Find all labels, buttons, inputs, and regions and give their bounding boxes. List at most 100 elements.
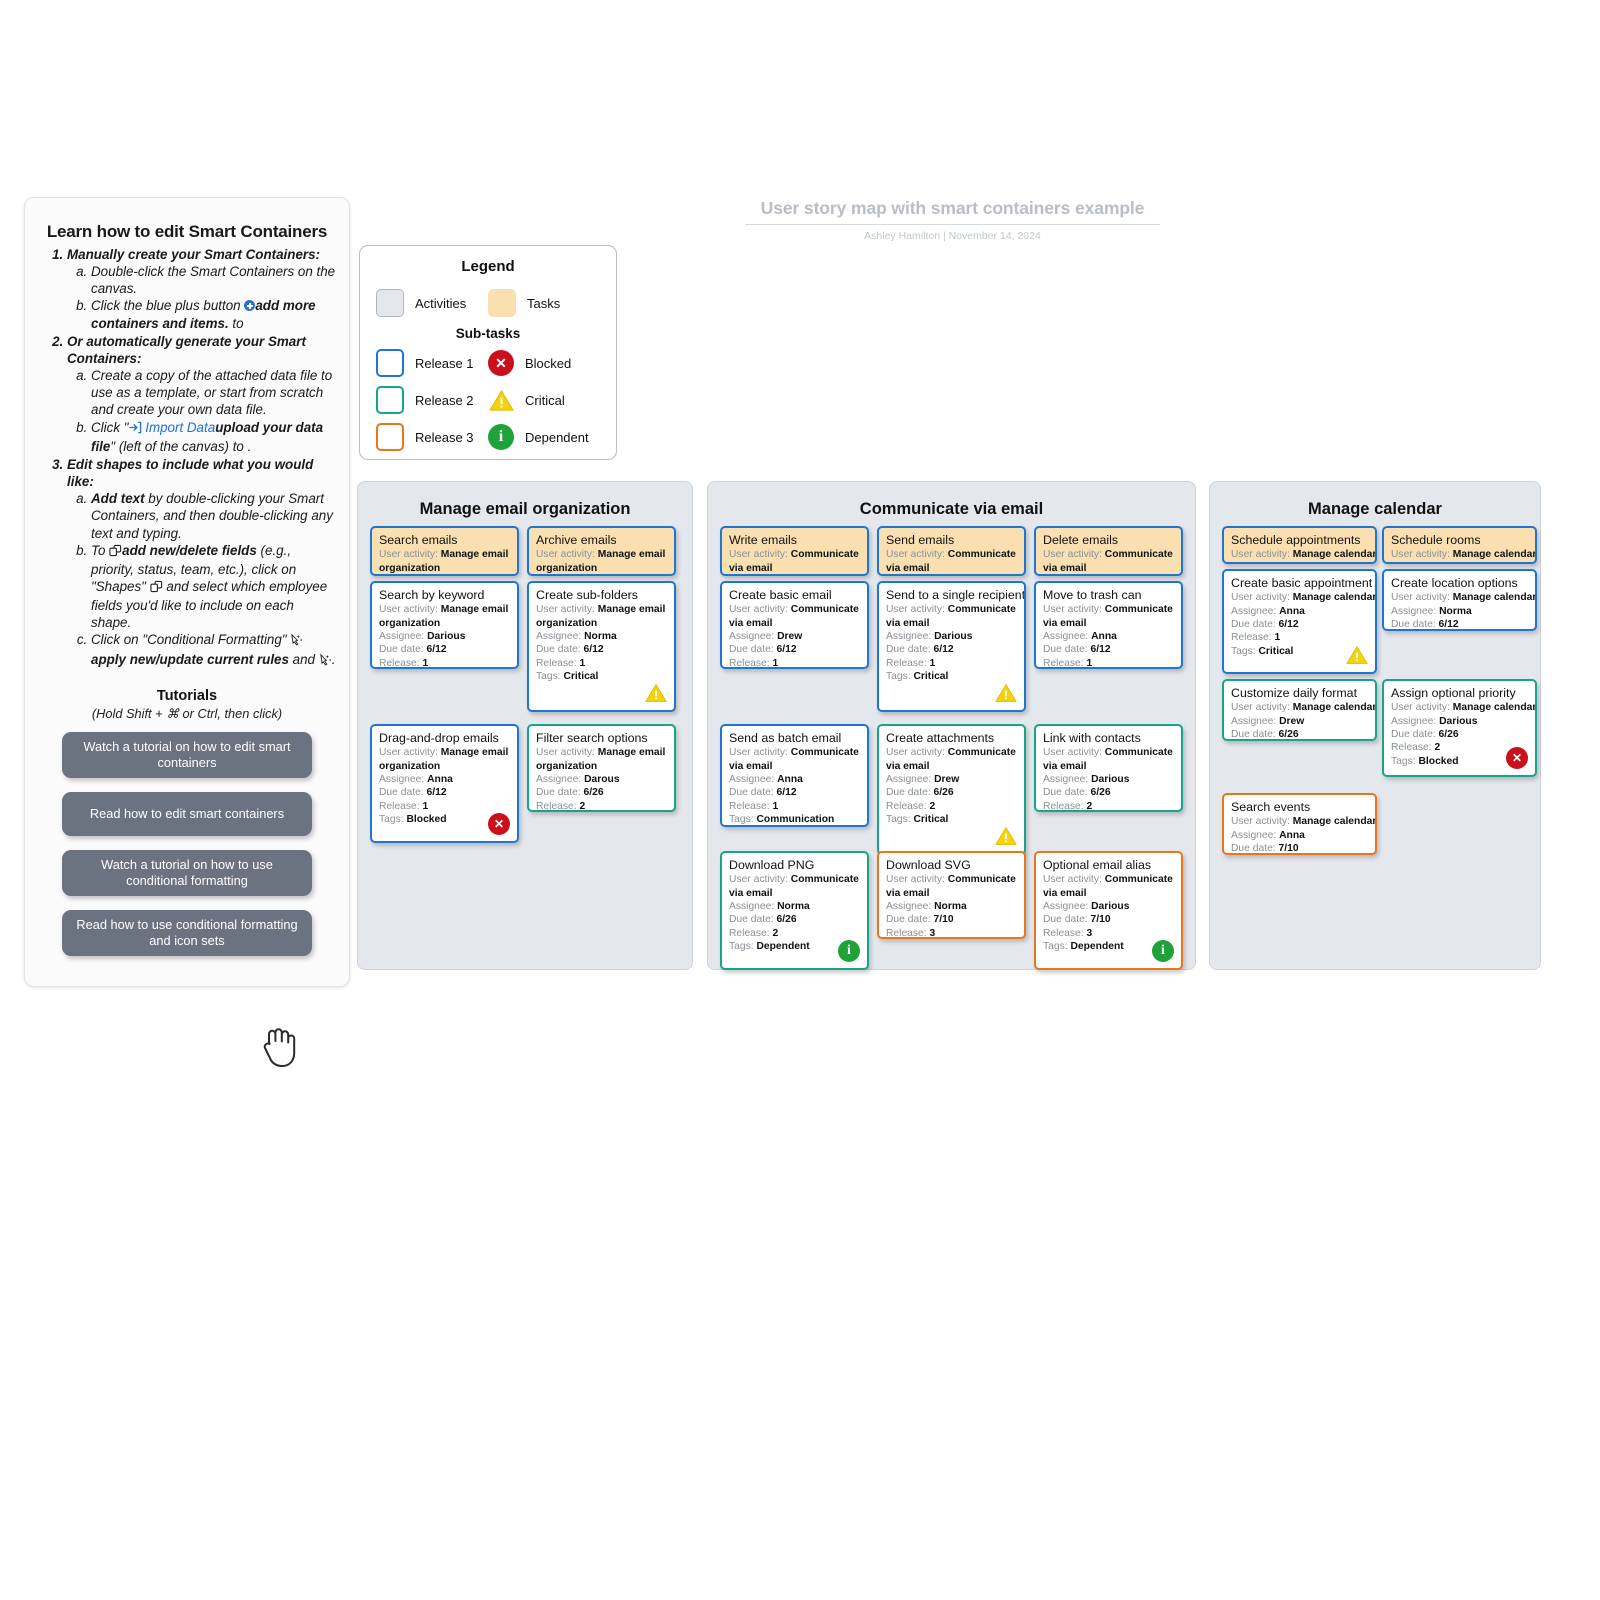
card-release: Release: 1 [729,800,860,813]
card-user-activity: User activity: Manage calendar [1391,548,1535,561]
activity-card[interactable]: Schedule appointments User activity: Mana… [1222,526,1377,564]
subtask-card[interactable]: Move to trash can User activity: Communic… [1034,581,1183,669]
subtask-card[interactable]: Create sub-folders User activity: Manage … [527,581,676,712]
column-title: Manage email organization [419,500,631,518]
field-value: Norma [934,901,967,913]
field-label: Due date: [886,914,934,926]
instruction-step-text: Edit shapes to include what you would li… [67,456,314,490]
field-value: 1 [929,657,936,669]
activity-card[interactable]: Send emails User activity: Communicate vi… [877,526,1026,576]
subtask-card[interactable]: Customize daily format User activity: Man… [1222,679,1377,741]
field-label: User activity: [729,604,791,616]
tutorial-button-2[interactable]: Read how to edit smart containers [62,791,312,836]
field-label: Release: [1043,657,1087,669]
subtask-card[interactable]: Create basic email User activity: Communi… [720,581,869,669]
activity-card[interactable]: Write emails User activity: Communicate v… [720,526,869,576]
field-label: User activity: [1391,702,1453,714]
column-title: Manage calendar [1308,500,1442,518]
shapes-icon[interactable] [150,580,163,597]
field-value: Drew [777,631,803,643]
field-label: Release: [729,800,773,812]
field-label: Assignee: [1231,829,1280,841]
activity-card[interactable]: Search emails User activity: Manage email… [370,526,519,576]
subtask-card[interactable]: Search events User activity: Manage calen… [1222,793,1377,855]
legend-subtask-row: Release 3 Dependent [376,423,600,451]
plus-circle-icon[interactable] [244,300,256,312]
card-release: Release: 1 [1043,657,1174,669]
document-title-block: User story map with smart containers exa… [745,198,1160,242]
card-due-date: Due date: 6/12 [1231,618,1368,631]
activity-card[interactable]: Schedule rooms User activity: Manage cale… [1382,526,1537,564]
field-value: 2 [772,927,779,939]
import-data-icon[interactable] [128,421,142,438]
field-value: 1 [1086,657,1093,669]
instruction-substep-list: Create a copy of the attached data file … [67,367,337,455]
subtask-card[interactable]: Create basic appointment User activity: M… [1222,569,1377,674]
subtask-card[interactable]: Download PNG User activity: Communicate v… [720,851,869,970]
conditional-formatting-icon[interactable] [290,633,303,650]
dependent-icon [488,424,514,450]
field-value: Anna [1279,605,1305,617]
emphasis-text: apply new/update current rules [91,651,289,667]
card-release: Release: 1 [536,657,667,670]
dependent-icon [838,940,860,962]
card-assignee: Assignee: Darous [536,773,667,786]
card-assignee: Assignee: Drew [1231,715,1368,728]
subtask-card[interactable]: Send as batch email User activity: Commun… [720,724,869,827]
card-release: Release: 3 [1043,927,1174,940]
field-label: Release: [729,657,773,669]
instruction-substep: Add text by double-clicking your Smart C… [91,490,337,541]
field-value: Manage calendar [1452,549,1537,561]
field-label: Assignee: [1043,774,1092,786]
subtask-card[interactable]: Download SVG User activity: Communicate v… [877,851,1026,939]
subtask-card[interactable]: Link with contacts User activity: Communi… [1034,724,1183,812]
field-value: Critical [913,671,949,683]
field-label: User activity: [729,874,791,886]
card-title: Delete emails [1043,533,1119,547]
subtask-card[interactable]: Optional email alias User activity: Commu… [1034,851,1183,970]
column-2[interactable]: Communicate via email Write emails User ac… [707,481,1196,970]
card-assignee: Assignee: Anna [1231,829,1368,842]
subtask-card[interactable]: Create location options User activity: Ma… [1382,569,1537,631]
field-value: 3 [929,927,936,939]
field-label: Assignee: [1043,631,1092,643]
activity-card[interactable]: Archive emails User activity: Manage emai… [527,526,676,576]
field-label: Due date: [1231,619,1279,631]
card-user-activity: User activity: Manage calendar [1391,591,1535,604]
subtask-card[interactable]: Assign optional priority User activity: M… [1382,679,1537,777]
critical-icon [1346,644,1368,666]
conditional-formatting-icon[interactable] [319,653,332,670]
card-due-date: Due date: 6/12 [1043,643,1174,656]
field-label: Release: [886,927,930,939]
tutorial-button-3[interactable]: Watch a tutorial on how to use condition… [62,849,312,896]
tutorial-button-4[interactable]: Read how to use conditional formatting a… [62,909,312,956]
field-value: 7/10 [1090,914,1111,926]
subtask-card[interactable]: Search by keyword User activity: Manage e… [370,581,519,669]
field-value: Communication [756,814,835,826]
field-value: Critical [913,814,949,826]
card-user-activity: User activity: Manage email organization [536,746,667,773]
instruction-step-text: Or automatically generate your Smart Con… [67,333,306,366]
field-label: Due date: [1231,843,1279,855]
field-label: Release: [886,657,930,669]
field-value: Critical [1258,645,1294,657]
field-label: Due date: [1231,729,1279,741]
column-3[interactable]: Manage calendar Schedule appointments User… [1209,481,1541,970]
tutorial-button-1[interactable]: Watch a tutorial on how to edit smart co… [62,731,312,778]
subtask-card[interactable]: Create attachments User activity: Communi… [877,724,1026,855]
field-label: User activity: [1391,592,1453,604]
card-assignee: Assignee: Darious [886,630,1017,643]
field-value: Manage calendar [1292,549,1377,561]
activity-card[interactable]: Delete emails User activity: Communicate … [1034,526,1183,576]
field-label: User activity: [729,747,791,759]
shapes-icon[interactable] [109,544,122,561]
legend-activities: Activities [376,289,488,317]
subtask-card[interactable]: Drag-and-drop emails User activity: Manag… [370,724,519,843]
column-1[interactable]: Manage email organization Search emails Us… [357,481,693,970]
card-title: Schedule rooms [1391,533,1481,547]
subtask-card[interactable]: Filter search options User activity: Mana… [527,724,676,812]
import-data-link[interactable]: Import Data [142,420,215,435]
field-label: User activity: [886,604,948,616]
subtask-card[interactable]: Send to a single recipient User activity:… [877,581,1026,712]
field-value: Blocked [406,814,447,826]
